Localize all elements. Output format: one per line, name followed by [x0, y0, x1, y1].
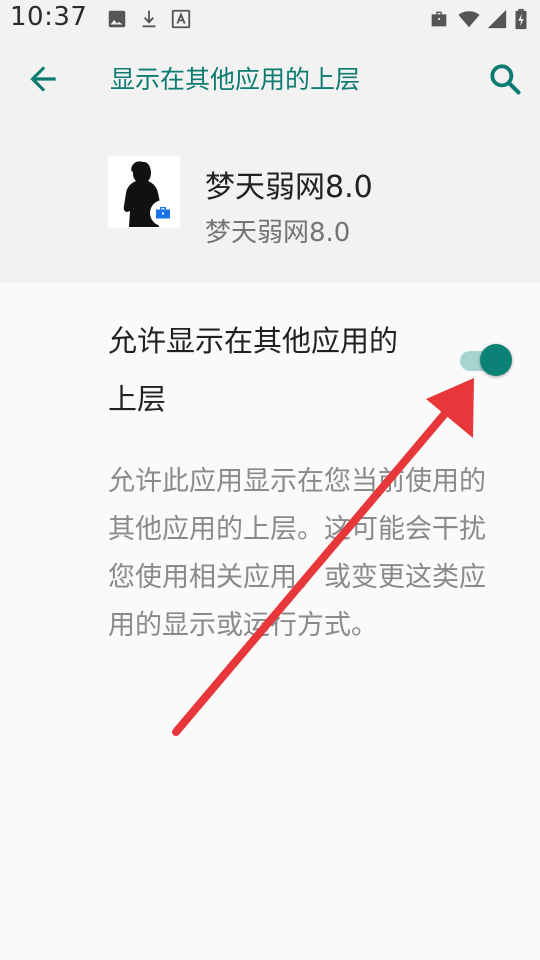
download-icon: [138, 8, 160, 30]
screen: 10:37 显示在其他应用的上层 梦天弱网8.0 梦天弱网8.0 允许显示在其他…: [0, 0, 540, 960]
search-icon: [490, 64, 521, 95]
overlay-permission-toggle[interactable]: [460, 344, 512, 378]
search-button[interactable]: [486, 60, 524, 98]
font-icon: [170, 8, 192, 30]
wifi-icon: [458, 8, 480, 30]
page-title: 显示在其他应用的上层: [110, 65, 361, 94]
arrow-back-icon: [30, 66, 56, 92]
setting-label: 允许显示在其他应用的上层: [108, 324, 399, 416]
back-button[interactable]: [24, 60, 62, 98]
image-icon: [106, 8, 128, 30]
work-profile-badge-icon: [150, 200, 176, 226]
battery-icon: [514, 8, 528, 30]
app-name: 梦天弱网8.0: [205, 170, 373, 205]
briefcase-icon: [428, 8, 450, 30]
toolbar: 显示在其他应用的上层: [0, 38, 540, 120]
setting-description: 允许此应用显示在您当前使用的其他应用的上层。这可能会干扰您使用相关应用，或变更这…: [108, 466, 486, 641]
app-subtitle: 梦天弱网8.0: [205, 218, 351, 248]
toggle-thumb: [480, 344, 512, 376]
status-bar: 10:37: [0, 0, 540, 38]
app-header: 梦天弱网8.0 梦天弱网8.0: [0, 120, 540, 283]
signal-icon: [486, 8, 508, 30]
status-time: 10:37: [10, 2, 88, 32]
